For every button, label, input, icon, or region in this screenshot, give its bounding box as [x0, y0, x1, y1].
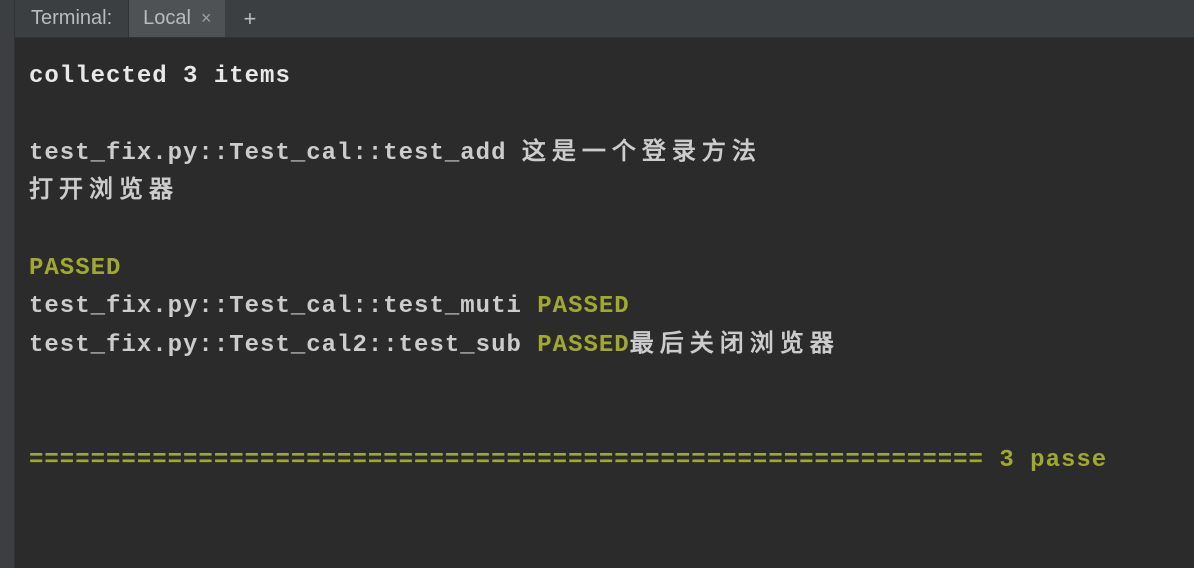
test-path-add: test_fix.py::Test_cal::test_add — [29, 140, 522, 167]
test-path-sub: test_fix.py::Test_cal2::test_sub — [29, 332, 537, 359]
open-browser-text: 打开浏览器 — [29, 178, 179, 205]
tab-local[interactable]: Local × — [128, 0, 225, 37]
passed-badge: PASSED — [537, 293, 629, 320]
terminal-output[interactable]: collected 3 items test_fix.py::Test_cal:… — [15, 38, 1194, 500]
summary-separator: ========================================… — [29, 447, 984, 474]
close-icon[interactable]: × — [201, 8, 212, 29]
panel-title: Terminal: — [15, 7, 128, 30]
collected-line: collected 3 items — [29, 63, 291, 90]
left-gutter — [0, 0, 15, 568]
test-path-muti: test_fix.py::Test_cal::test_muti — [29, 293, 537, 320]
terminal-tab-bar: Terminal: Local × + — [15, 0, 1194, 38]
close-browser-text: 最后关闭浏览器 — [630, 332, 840, 359]
passed-badge: PASSED — [537, 332, 629, 359]
passed-badge: PASSED — [29, 255, 121, 282]
add-tab-button[interactable]: + — [225, 0, 274, 37]
summary-text: 3 passe — [984, 447, 1107, 474]
tab-label: Local — [143, 7, 191, 30]
login-method-text: 这是一个登录方法 — [522, 140, 762, 167]
